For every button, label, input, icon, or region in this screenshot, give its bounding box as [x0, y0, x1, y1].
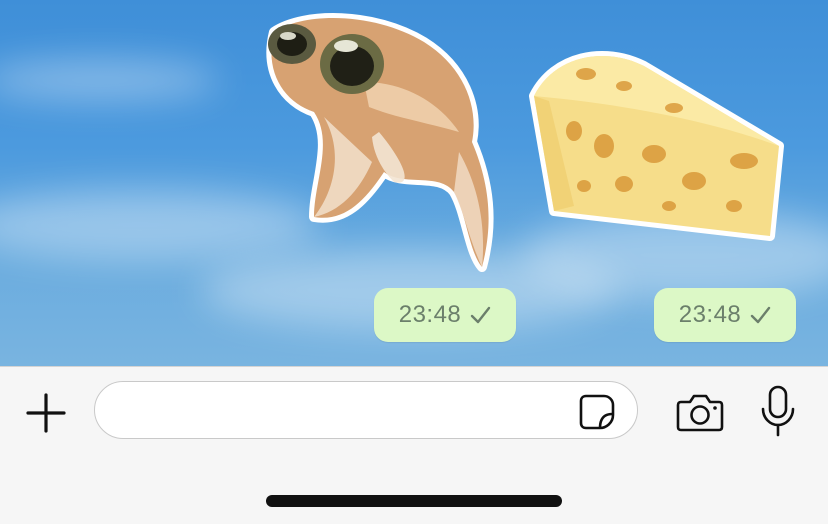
message-time: 23:48 — [398, 301, 462, 328]
message-input[interactable] — [94, 381, 638, 439]
sent-check-icon — [749, 304, 771, 326]
cheese-sticker[interactable] — [524, 46, 790, 246]
message-time-bubble: 23:48 — [374, 288, 516, 342]
microphone-icon[interactable] — [758, 385, 798, 437]
cloud-decoration — [0, 60, 220, 100]
message-time: 23:48 — [678, 301, 742, 328]
message-composer — [0, 366, 828, 524]
sent-check-icon — [469, 304, 491, 326]
home-indicator[interactable] — [266, 495, 562, 507]
goldfish-sticker[interactable] — [254, 12, 500, 276]
camera-icon[interactable] — [676, 391, 724, 433]
message-time-bubble: 23:48 — [654, 288, 796, 342]
sticker-icon[interactable] — [578, 393, 616, 431]
plus-icon[interactable] — [24, 391, 68, 435]
chat-area: 23:48 23:48 — [0, 0, 828, 366]
